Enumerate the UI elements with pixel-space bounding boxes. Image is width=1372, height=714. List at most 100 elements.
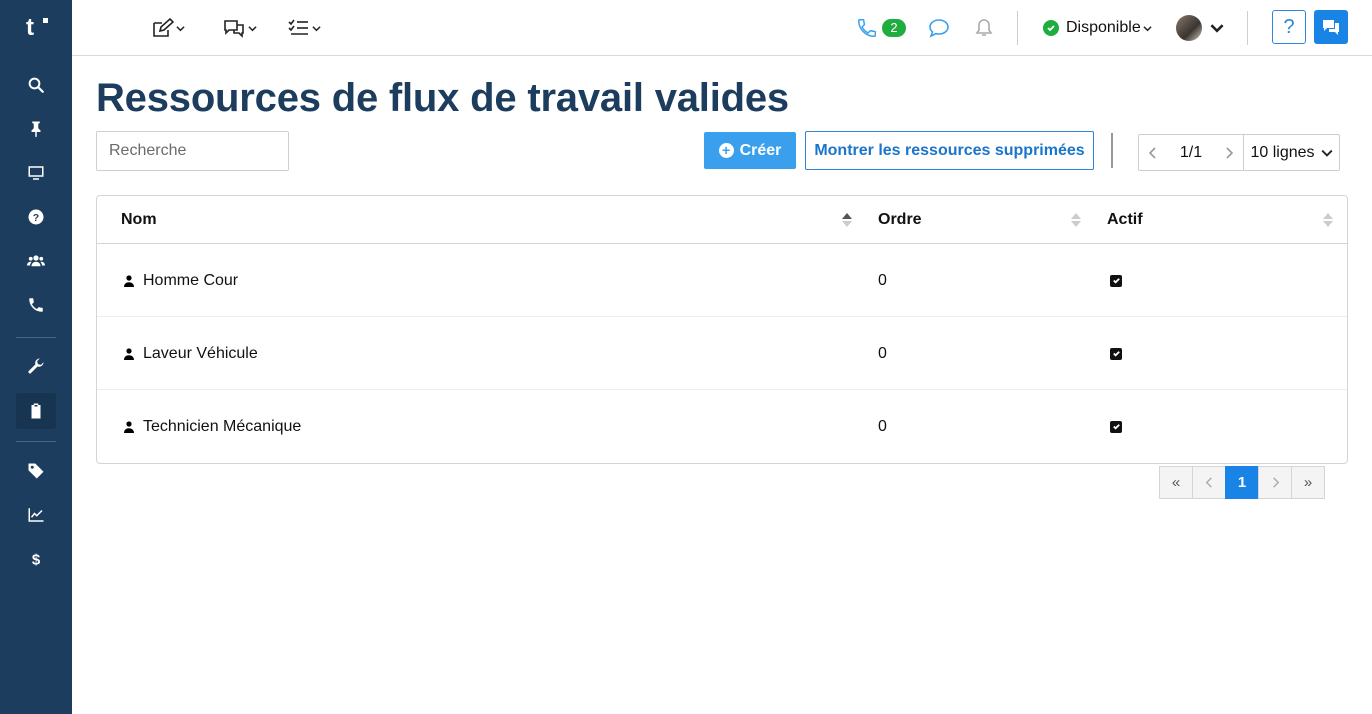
create-label: Créer: [739, 141, 782, 159]
chevron-down-icon: [248, 25, 257, 31]
active-checkbox: [1110, 420, 1122, 433]
table-row[interactable]: Technicien Mécanique 0: [97, 390, 1347, 463]
sidebar-item-tools[interactable]: [16, 348, 56, 384]
comment-icon: [929, 19, 949, 38]
app-logo[interactable]: t: [26, 16, 48, 40]
phone-icon: [29, 298, 43, 312]
user-icon: [124, 274, 134, 287]
new-document-menu[interactable]: [152, 14, 185, 42]
table-row[interactable]: Homme Cour 0: [97, 244, 1347, 317]
avatar: [1176, 15, 1202, 41]
chart-line-icon: [28, 508, 44, 522]
last-page-button[interactable]: »: [1291, 466, 1325, 499]
rows-per-page-select[interactable]: 10 lignes: [1243, 135, 1339, 170]
column-header-order[interactable]: Ordre: [878, 196, 922, 244]
sort-ascending-icon[interactable]: [842, 212, 852, 228]
topbar-divider: [1017, 11, 1018, 45]
help-button[interactable]: ?: [1272, 10, 1306, 44]
status-dropdown[interactable]: Disponible: [1043, 14, 1152, 42]
sidebar-item-pin[interactable]: [16, 111, 56, 147]
chevron-right-icon: [1226, 146, 1234, 159]
sidebar: t ? $: [0, 0, 72, 714]
user-icon: [124, 420, 134, 433]
wrench-icon: [28, 358, 44, 374]
next-page-button[interactable]: [1258, 466, 1292, 499]
topbar-divider: [1247, 11, 1248, 45]
next-page-button[interactable]: [1215, 135, 1243, 170]
toolbar-divider: [1111, 133, 1113, 168]
chevron-right-icon: [1272, 477, 1279, 488]
top-bar: 2 Disponible ?: [72, 0, 1372, 56]
pagination: « 1 »: [1159, 466, 1325, 499]
svg-text:$: $: [32, 551, 41, 568]
page-button-current[interactable]: 1: [1225, 466, 1259, 499]
users-icon: [27, 255, 45, 267]
question-circle-icon: ?: [28, 209, 44, 225]
clipboard-icon: [31, 403, 41, 419]
active-checkbox: [1110, 274, 1122, 287]
help-label: ?: [1283, 15, 1295, 38]
row-order: 0: [878, 344, 887, 362]
page-count: 1/1: [1179, 143, 1203, 161]
chevron-down-icon: [1210, 24, 1224, 33]
previous-page-button[interactable]: [1192, 466, 1226, 499]
status-label: Disponible: [1066, 19, 1141, 36]
sidebar-item-help[interactable]: ?: [16, 199, 56, 235]
plus-circle-icon: +: [718, 143, 734, 158]
edit-icon: [153, 18, 174, 37]
dollar-icon: $: [32, 551, 41, 568]
user-menu[interactable]: [1176, 14, 1224, 42]
svg-text:?: ?: [33, 212, 39, 224]
sidebar-item-billing[interactable]: $: [16, 541, 56, 577]
show-deleted-button[interactable]: Montrer les ressources supprimées: [805, 131, 1094, 170]
table-header: Nom Ordre Actif: [97, 196, 1347, 244]
sidebar-item-phone[interactable]: [16, 287, 56, 323]
pin-icon: [31, 121, 41, 138]
user-icon: [124, 347, 134, 360]
chevron-down-icon: [176, 25, 185, 31]
sidebar-item-search[interactable]: [16, 67, 56, 103]
chevron-down-icon: [1143, 25, 1152, 31]
chevron-down-icon: [312, 25, 321, 31]
bell-icon: [975, 19, 993, 36]
table-row[interactable]: Laveur Véhicule 0: [97, 317, 1347, 390]
sidebar-item-resources[interactable]: [16, 393, 56, 429]
sidebar-item-monitor[interactable]: [16, 155, 56, 191]
create-button[interactable]: + Créer: [704, 132, 796, 169]
sidebar-item-users[interactable]: [16, 243, 56, 279]
sidebar-divider: [16, 337, 56, 338]
monitor-icon: [28, 166, 44, 180]
column-header-active[interactable]: Actif: [1107, 196, 1143, 244]
chevron-down-icon: [1321, 149, 1332, 157]
row-order: 0: [878, 271, 887, 289]
column-header-name[interactable]: Nom: [121, 196, 157, 244]
sidebar-item-tags[interactable]: [16, 453, 56, 489]
row-name: Laveur Véhicule: [143, 344, 258, 362]
previous-page-button[interactable]: [1139, 135, 1167, 170]
checklist-icon: [288, 19, 308, 35]
sidebar-divider: [16, 441, 56, 442]
notifications-button[interactable]: [974, 14, 994, 42]
sort-icon[interactable]: [1071, 212, 1081, 228]
phone-badge: 2: [882, 19, 906, 37]
row-order: 0: [878, 417, 887, 435]
conversations-menu[interactable]: [222, 14, 257, 42]
status-available-icon: [1043, 20, 1059, 36]
sidebar-item-reports[interactable]: [16, 497, 56, 533]
chevron-left-icon: [1148, 146, 1156, 159]
row-name: Technicien Mécanique: [143, 417, 302, 435]
messages-button[interactable]: [928, 14, 950, 42]
search-input[interactable]: [96, 131, 289, 171]
live-chat-button[interactable]: [1314, 10, 1348, 44]
chevron-left-icon: [1205, 477, 1212, 488]
resources-table: Nom Ordre Actif Homme Cour 0 Laveur Véhi…: [96, 195, 1348, 464]
comments-icon: [1323, 20, 1339, 35]
sort-icon[interactable]: [1323, 212, 1333, 228]
search-icon: [28, 77, 44, 93]
phone-icon: [858, 19, 876, 37]
tasks-menu[interactable]: [288, 14, 321, 42]
phone-calls-button[interactable]: 2: [856, 14, 906, 42]
pager: 1/1 10 lignes: [1138, 134, 1340, 171]
tag-icon: [28, 463, 44, 479]
first-page-button[interactable]: «: [1159, 466, 1193, 499]
